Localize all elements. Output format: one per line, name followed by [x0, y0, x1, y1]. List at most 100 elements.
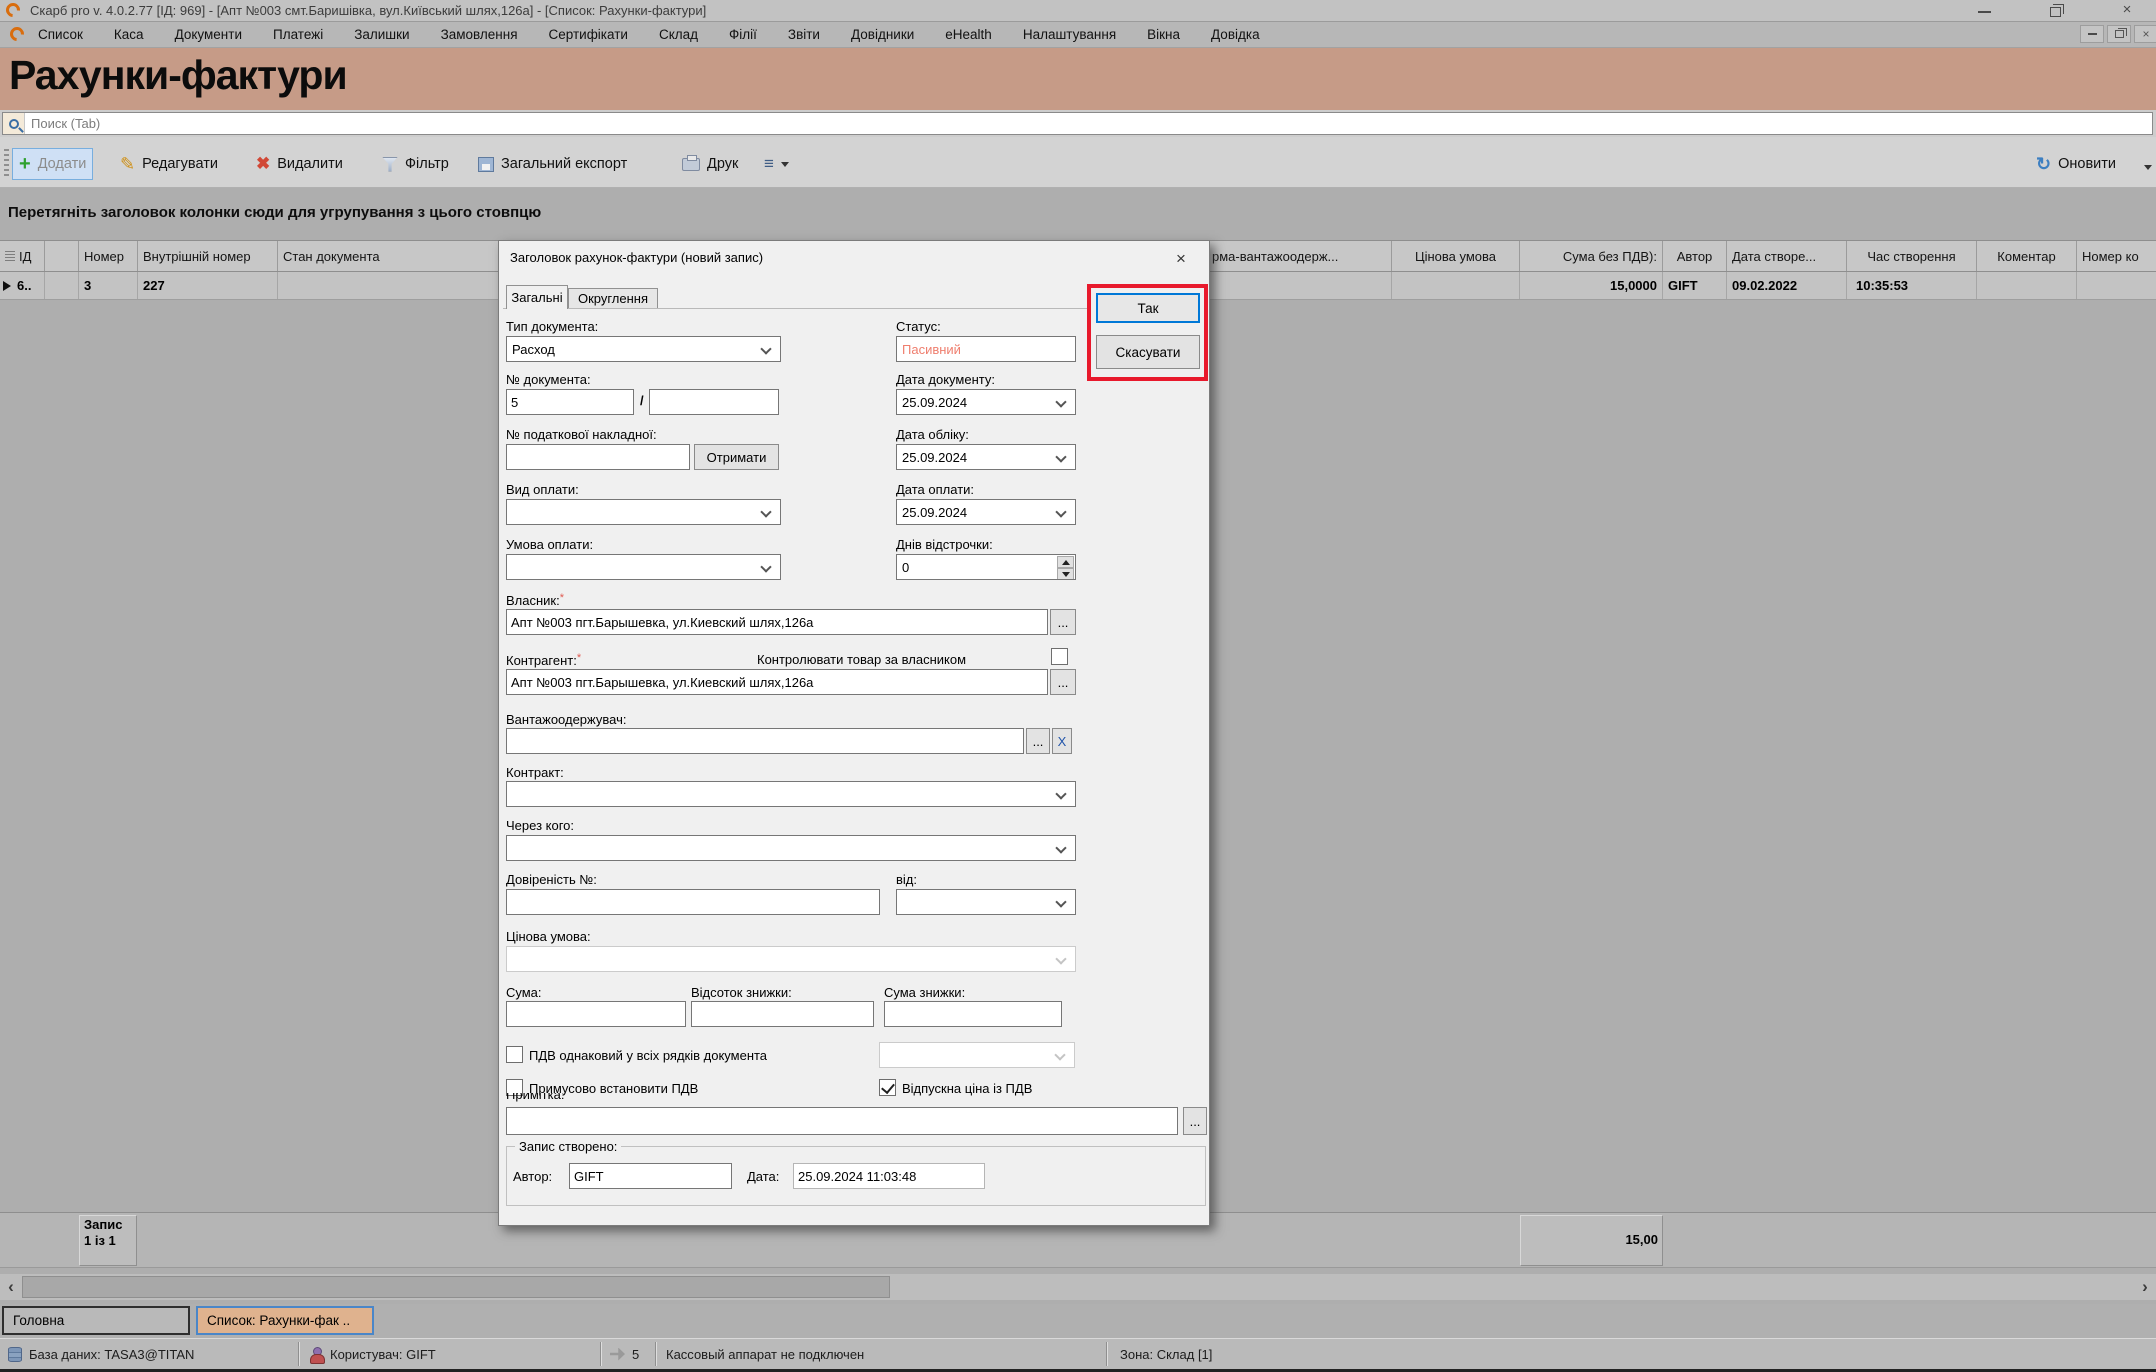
discount-sum-input[interactable] — [884, 1001, 1062, 1027]
owner-input[interactable] — [506, 609, 1048, 635]
scroll-right-icon[interactable]: › — [2134, 1274, 2156, 1300]
dialog-close-icon[interactable]: × — [1171, 249, 1191, 269]
cell-comment[interactable] — [1977, 272, 2077, 299]
column-header-consignee[interactable]: рма-вантажоодерж... — [1180, 241, 1392, 271]
doc-date-combo[interactable]: 25.09.2024 — [896, 389, 1076, 415]
note-input[interactable] — [506, 1107, 1178, 1135]
minimize-icon[interactable] — [1978, 11, 1991, 13]
tax-invoice-input[interactable] — [506, 444, 690, 470]
doc-type-combo[interactable]: Расход — [506, 336, 781, 362]
menu-vikna[interactable]: Вікна — [1145, 23, 1182, 46]
mdi-close-icon[interactable]: × — [2134, 25, 2156, 43]
close-icon[interactable]: × — [2118, 2, 2136, 17]
price-with-vat-checkbox[interactable] — [879, 1079, 896, 1096]
menu-dovidnyky[interactable]: Довідники — [849, 23, 916, 46]
cell-date-created[interactable]: 09.02.2022 — [1727, 272, 1847, 299]
defer-days-stepper[interactable]: 0 — [896, 554, 1076, 580]
column-header-internal-number[interactable]: Внутрішній номер — [138, 241, 278, 271]
menu-zamovlennia[interactable]: Замовлення — [439, 23, 520, 46]
cell-number-k[interactable] — [2077, 272, 2156, 299]
cell-sum-no-vat[interactable]: 15,0000 — [1520, 272, 1663, 299]
control-by-owner-checkbox[interactable] — [1051, 648, 1068, 665]
payment-kind-combo[interactable] — [506, 499, 781, 525]
menu-sertyfikaty[interactable]: Сертифікати — [547, 23, 630, 46]
mdi-restore-icon[interactable] — [2107, 25, 2131, 43]
note-lookup-button[interactable]: ... — [1183, 1107, 1207, 1135]
get-button[interactable]: Отримати — [694, 444, 779, 470]
cell-price-condition[interactable] — [1392, 272, 1520, 299]
refresh-button[interactable]: ↻ Оновити — [2030, 148, 2122, 180]
search-input[interactable] — [25, 116, 2152, 131]
via-whom-combo[interactable] — [506, 835, 1076, 861]
column-header-sum-no-vat[interactable]: Сума без ПДВ): — [1520, 241, 1663, 271]
scrollbar-thumb[interactable] — [22, 1276, 890, 1298]
column-header-date-created[interactable]: Дата створе... — [1727, 241, 1847, 271]
column-header-comment[interactable]: Коментар — [1977, 241, 2077, 271]
column-header-doc-state[interactable]: Стан документа — [278, 241, 500, 271]
menu-zvity[interactable]: Звіти — [786, 23, 822, 46]
price-condition-combo[interactable] — [506, 946, 1076, 972]
toolbar-grip[interactable] — [4, 149, 9, 177]
menu-dokumenty[interactable]: Документи — [173, 23, 244, 46]
menu-ehealth[interactable]: eHealth — [943, 23, 994, 46]
discount-percent-input[interactable] — [691, 1001, 874, 1027]
payment-date-combo[interactable]: 25.09.2024 — [896, 499, 1076, 525]
spin-up-icon[interactable] — [1057, 556, 1074, 568]
cell-author[interactable]: GIFT — [1663, 272, 1727, 299]
cell-doc-state[interactable] — [278, 272, 500, 299]
cell-number[interactable]: 3 — [79, 272, 138, 299]
tab-home[interactable]: Головна — [2, 1306, 190, 1335]
tab-invoice-list[interactable]: Список: Рахунки-фак .. — [196, 1306, 374, 1335]
payment-term-combo[interactable] — [506, 554, 781, 580]
consignee-input[interactable] — [506, 728, 1024, 754]
column-header-time-created[interactable]: Час створення — [1847, 241, 1977, 271]
column-header-number-k[interactable]: Номер ко — [2077, 241, 2156, 271]
consignee-lookup-button[interactable]: ... — [1026, 728, 1050, 754]
menu-platezhi[interactable]: Платежі — [271, 23, 325, 46]
add-button[interactable]: + Додати — [12, 148, 93, 180]
cell-time-created[interactable]: 10:35:53 — [1847, 272, 1977, 299]
menu-kasa[interactable]: Каса — [112, 23, 146, 46]
proxy-number-input[interactable] — [506, 889, 880, 915]
export-button[interactable]: Загальний експорт — [472, 148, 633, 180]
maximize-icon[interactable] — [2050, 7, 2061, 17]
contract-combo[interactable] — [506, 781, 1076, 807]
owner-lookup-button[interactable]: ... — [1050, 609, 1076, 635]
print-button[interactable]: Друк — [676, 148, 744, 180]
cell-consignee[interactable] — [1180, 272, 1392, 299]
contractor-lookup-button[interactable]: ... — [1050, 669, 1076, 695]
account-date-combo[interactable]: 25.09.2024 — [896, 444, 1076, 470]
cell-internal-number[interactable]: 227 — [138, 272, 278, 299]
menu-zalyshky[interactable]: Залишки — [352, 23, 411, 46]
consignee-clear-button[interactable]: X — [1052, 728, 1072, 754]
vat-rate-combo[interactable] — [879, 1042, 1075, 1068]
menu-sklad[interactable]: Склад — [657, 23, 700, 46]
tab-general[interactable]: Загальні — [506, 285, 568, 309]
edit-button[interactable]: ✎ Редагувати — [114, 148, 224, 180]
menu-dovidka[interactable]: Довідка — [1209, 23, 1262, 46]
column-header-empty[interactable] — [45, 241, 79, 271]
search-box[interactable] — [2, 112, 2153, 135]
filter-button[interactable]: Фільтр — [376, 148, 455, 180]
vat-same-checkbox[interactable] — [506, 1046, 523, 1063]
proxy-from-combo[interactable] — [896, 889, 1076, 915]
menu-filii[interactable]: Філії — [727, 23, 759, 46]
scroll-left-icon[interactable]: ‹ — [0, 1274, 22, 1300]
horizontal-scrollbar[interactable]: ‹ › — [0, 1274, 2156, 1300]
tab-rounding[interactable]: Округлення — [568, 288, 658, 309]
delete-button[interactable]: ✖ Видалити — [250, 148, 349, 180]
sum-input[interactable] — [506, 1001, 686, 1027]
cell-id[interactable]: 6.. — [0, 272, 45, 299]
cell-empty[interactable] — [45, 272, 79, 299]
spin-down-icon[interactable] — [1057, 568, 1074, 580]
column-header-price-condition[interactable]: Цінова умова — [1392, 241, 1520, 271]
menu-spysok[interactable]: Список — [36, 23, 85, 46]
contractor-input[interactable] — [506, 669, 1048, 695]
doc-number-suffix-input[interactable] — [649, 389, 779, 415]
menu-nalashtuvannia[interactable]: Налаштування — [1021, 23, 1118, 46]
mdi-minimize-icon[interactable] — [2080, 25, 2104, 43]
refresh-chevron-down-icon[interactable] — [2144, 165, 2152, 170]
created-date-input[interactable] — [793, 1163, 985, 1189]
column-header-author[interactable]: Автор — [1663, 241, 1727, 271]
author-input[interactable] — [569, 1163, 732, 1189]
